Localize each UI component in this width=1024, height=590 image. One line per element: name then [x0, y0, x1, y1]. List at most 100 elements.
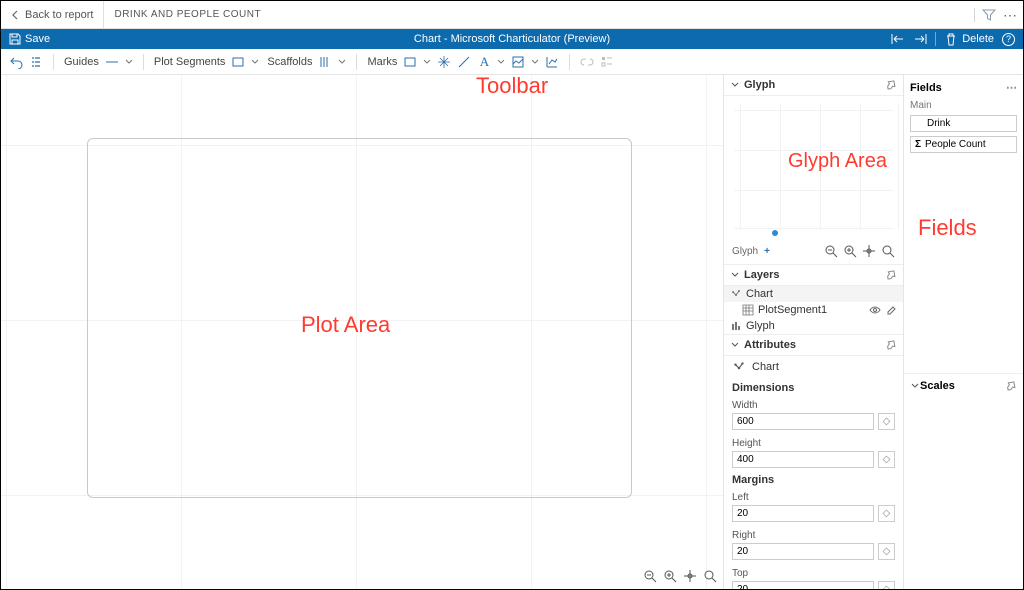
- field-drink[interactable]: Drink: [910, 115, 1017, 132]
- scales-title: Scales: [920, 380, 955, 392]
- glyph-tab-label[interactable]: Glyph: [732, 246, 758, 257]
- chevron-down-icon[interactable]: [338, 58, 346, 66]
- sigma-icon: Σ: [915, 139, 921, 150]
- bind-width-button[interactable]: ◇: [878, 413, 895, 430]
- toolbar: Guides Plot Segments Scaffolds Marks A: [1, 49, 1023, 75]
- attr-right-label: Right: [732, 530, 895, 541]
- erase-icon[interactable]: [885, 304, 897, 316]
- pin-icon[interactable]: [1003, 377, 1020, 394]
- layers-panel-header[interactable]: Layers: [724, 265, 903, 286]
- toolbar-separator: [569, 54, 570, 70]
- link-group: [580, 55, 614, 69]
- list-icon[interactable]: [29, 55, 43, 69]
- attr-left-input[interactable]: [732, 505, 874, 522]
- attr-top-input[interactable]: [732, 581, 874, 589]
- layer-plotsegment-label: PlotSegment1: [758, 304, 827, 316]
- marks-group[interactable]: Marks A: [367, 55, 559, 69]
- delete-button[interactable]: Delete: [944, 32, 994, 46]
- grid-icon: [742, 304, 754, 316]
- attr-width-input[interactable]: [732, 413, 874, 430]
- field-drink-label: Drink: [927, 118, 950, 129]
- save-icon: [9, 33, 21, 45]
- mark-rect-icon[interactable]: [403, 55, 417, 69]
- link-icon: [580, 55, 594, 69]
- plot-segment-rect[interactable]: [87, 138, 632, 498]
- glyph-panel-header[interactable]: Glyph: [724, 75, 903, 96]
- help-icon[interactable]: ?: [1002, 33, 1015, 46]
- chevron-down-icon: [730, 340, 740, 350]
- bind-right-button[interactable]: ◇: [878, 543, 895, 560]
- pin-icon[interactable]: [883, 267, 900, 284]
- top-right-controls: ⋯: [974, 7, 1023, 23]
- attr-height-input[interactable]: [732, 451, 874, 468]
- fit-width-right-icon[interactable]: [913, 32, 927, 46]
- attributes-panel: Attributes Chart Dimensions Width ◇ Heig…: [724, 334, 903, 589]
- attr-left-label: Left: [732, 492, 895, 503]
- attr-height-label: Height: [732, 438, 895, 449]
- inspector-panel: Glyph Glyph Area Glyph +: [723, 75, 903, 589]
- mark-icon-icon[interactable]: [511, 55, 525, 69]
- more-options-icon[interactable]: ⋯: [1003, 8, 1017, 22]
- rect-icon[interactable]: [231, 55, 245, 69]
- trash-icon: [944, 32, 958, 46]
- attr-chart-label: Chart: [752, 361, 779, 373]
- chevron-left-icon: [11, 10, 21, 20]
- plot-segments-group[interactable]: Plot Segments: [154, 55, 260, 69]
- layer-chart[interactable]: Chart: [724, 286, 903, 302]
- fit-width-left-icon[interactable]: [891, 32, 905, 46]
- zoom-in-icon[interactable]: [663, 569, 677, 583]
- topbar-separator: [974, 8, 975, 22]
- chevron-down-icon[interactable]: [531, 58, 539, 66]
- scaffolds-group[interactable]: Scaffolds: [267, 55, 346, 69]
- field-people-count[interactable]: Σ People Count: [910, 136, 1017, 153]
- glyph-title: Glyph: [744, 79, 775, 91]
- fields-header: Fields ⋯: [904, 75, 1023, 100]
- layer-glyph[interactable]: Glyph: [724, 318, 903, 334]
- chevron-down-icon[interactable]: [423, 58, 431, 66]
- chevron-down-icon[interactable]: [251, 58, 259, 66]
- bind-left-button[interactable]: ◇: [878, 505, 895, 522]
- fields-more-icon[interactable]: ⋯: [1006, 81, 1017, 94]
- pin-icon[interactable]: [883, 337, 900, 354]
- glyph-canvas[interactable]: Glyph Area Glyph +: [730, 100, 897, 260]
- hline-guide-icon[interactable]: [105, 55, 119, 69]
- chevron-down-icon[interactable]: [497, 58, 505, 66]
- zoom-reset-icon[interactable]: [881, 244, 895, 258]
- zoom-out-icon[interactable]: [824, 244, 838, 258]
- bind-height-button[interactable]: ◇: [878, 451, 895, 468]
- chevron-down-icon: [730, 270, 740, 280]
- fields-title: Fields: [910, 82, 942, 94]
- pin-icon[interactable]: [883, 77, 900, 94]
- attr-width-label: Width: [732, 400, 895, 411]
- layer-plotsegment[interactable]: PlotSegment1: [724, 302, 903, 318]
- zoom-reset-icon[interactable]: [703, 569, 717, 583]
- dataset-name: DRINK AND PEOPLE COUNT: [104, 9, 271, 20]
- mark-text-icon[interactable]: A: [477, 55, 491, 69]
- add-glyph-button[interactable]: +: [764, 246, 770, 257]
- chart-canvas[interactable]: Toolbar Plot Area: [1, 75, 723, 589]
- zoom-fit-icon[interactable]: [683, 569, 697, 583]
- mark-symbol-icon[interactable]: [437, 55, 451, 69]
- bind-top-button[interactable]: ◇: [878, 581, 895, 589]
- zoom-out-icon[interactable]: [643, 569, 657, 583]
- chevron-down-icon[interactable]: [125, 58, 133, 66]
- attr-right-input[interactable]: [732, 543, 874, 560]
- main-area: Toolbar Plot Area Glyph Glyph Area Glyph…: [1, 75, 1023, 589]
- filter-funnel-icon[interactable]: [981, 7, 997, 23]
- chart-icon: [732, 360, 746, 374]
- mark-dataaxis-icon[interactable]: [545, 55, 559, 69]
- guides-group[interactable]: Guides: [64, 55, 133, 69]
- scaffold-icon[interactable]: [318, 55, 332, 69]
- save-button[interactable]: Save: [1, 33, 58, 45]
- chart-icon: [730, 288, 742, 300]
- back-to-report-button[interactable]: Back to report: [1, 1, 104, 28]
- glyph-icon: [730, 320, 742, 332]
- zoom-fit-icon[interactable]: [862, 244, 876, 258]
- field-people-label: People Count: [925, 139, 986, 150]
- attributes-panel-header[interactable]: Attributes: [724, 335, 903, 356]
- zoom-in-icon[interactable]: [843, 244, 857, 258]
- eye-icon[interactable]: [869, 304, 881, 316]
- undo-icon[interactable]: [9, 55, 23, 69]
- scales-header[interactable]: Scales: [904, 373, 1023, 398]
- mark-line-icon[interactable]: [457, 55, 471, 69]
